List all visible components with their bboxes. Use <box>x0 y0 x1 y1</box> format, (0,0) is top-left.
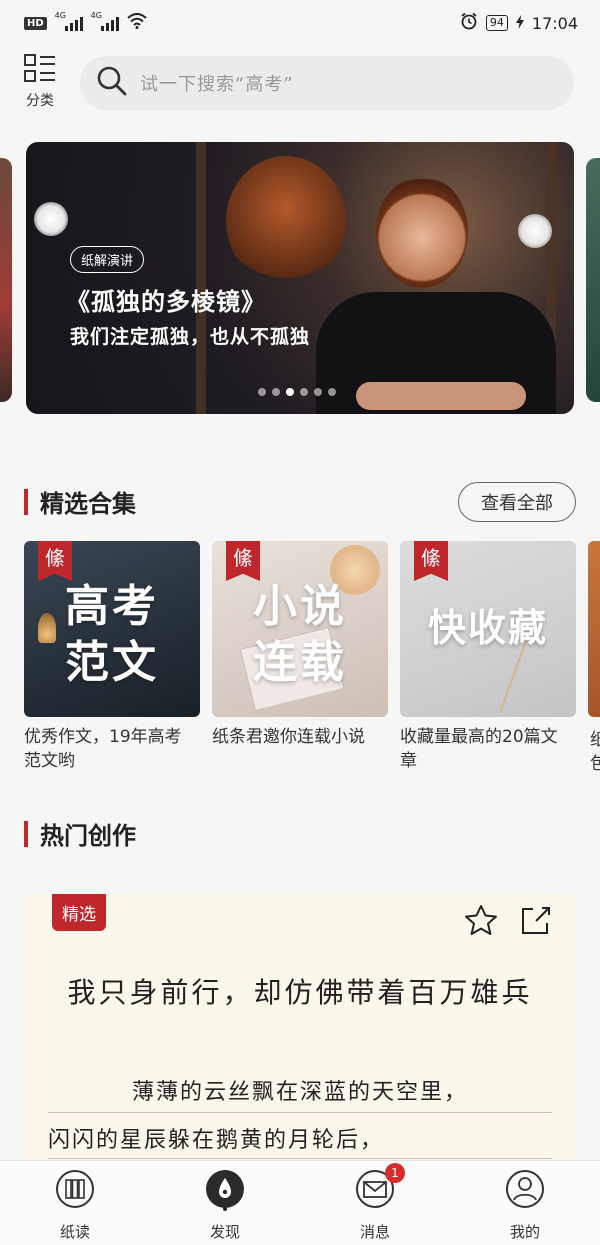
featured-section-header: 精选合集 <box>24 484 136 519</box>
category-grid-icon <box>24 54 56 88</box>
banner-tag: 纸解演讲 <box>70 246 145 273</box>
carousel-dot[interactable] <box>258 388 266 396</box>
status-bar: HD 4G 4G 94 17:04 <box>0 0 600 46</box>
collection-card-gaokao[interactable]: 絛 高考 范文 优秀作文，19年高考范文哟 <box>24 541 200 773</box>
collection-cover: 絛 快收藏 <box>400 541 576 717</box>
compass-icon <box>205 1169 245 1209</box>
signal-icon-2: 4G <box>91 11 119 31</box>
status-right: 94 17:04 <box>460 12 578 34</box>
post-line-2: 闪闪的星辰躲在鹅黄的月轮后， <box>48 1128 385 1153</box>
post-rule <box>48 1158 552 1159</box>
collection-cover-text: 高考 范文 <box>24 579 200 691</box>
collection-card-favorites[interactable]: 絛 快收藏 收藏量最高的20篇文章 <box>400 541 576 773</box>
nav-item-me[interactable]: 我的 <box>450 1161 600 1245</box>
section-accent-bar <box>24 488 28 515</box>
banner-carousel[interactable]: 纸解演讲 《孤独的多棱镜》 我们注定孤独，也从不孤独 <box>26 142 574 414</box>
active-indicator-dot <box>223 1207 227 1211</box>
collection-card-novel[interactable]: 絛 小说 连载 纸条君邀你连载小说 <box>212 541 388 749</box>
nav-label: 纸读 <box>59 1223 90 1241</box>
hot-section-title: 热门创作 <box>40 821 136 850</box>
ribbon-badge: 絛 <box>38 541 72 581</box>
collection-description: 纸条君邀你连载小说 <box>212 727 365 747</box>
status-left: HD 4G 4G <box>24 11 147 33</box>
cover-line-1: 快收藏 <box>427 605 548 650</box>
nav-item-read[interactable]: 纸读 <box>0 1161 150 1245</box>
ribbon-badge: 絛 <box>414 541 448 581</box>
featured-tag: 精选 <box>52 894 106 931</box>
carousel-dot[interactable] <box>272 388 280 396</box>
banner-next-peek[interactable] <box>586 158 600 402</box>
nav-label: 我的 <box>509 1223 540 1241</box>
carousel-dot[interactable] <box>300 388 308 396</box>
collection-card-peek[interactable] <box>588 541 600 717</box>
signal-icon: 4G <box>55 11 83 31</box>
cover-line-2: 范文 <box>65 637 159 688</box>
section-accent-bar <box>24 820 28 847</box>
banner-title: 《孤独的多棱镜》 <box>66 287 266 316</box>
nav-label: 消息 <box>359 1223 390 1241</box>
user-icon <box>505 1169 545 1209</box>
nav-item-discover[interactable]: 发现 <box>150 1161 300 1245</box>
collection-description: 收藏量最高的20篇文章 <box>400 727 558 771</box>
featured-section-title: 精选合集 <box>40 489 136 518</box>
search-input[interactable]: 试一下搜索“高考” <box>80 56 574 110</box>
search-icon <box>96 65 128 101</box>
collection-description: 优秀作文，19年高考范文哟 <box>24 727 182 771</box>
signal-network-label: 4G <box>54 11 66 20</box>
collection-cover-text: 快收藏 <box>400 603 576 653</box>
wifi-icon <box>127 13 147 33</box>
cover-line-1: 小说 <box>253 581 347 632</box>
charging-icon <box>515 14 524 33</box>
battery-indicator: 94 <box>485 15 508 31</box>
banner-subtitle: 我们注定孤独，也从不孤独 <box>70 326 311 348</box>
carousel-dot[interactable] <box>314 388 322 396</box>
unread-badge: 1 <box>385 1163 405 1183</box>
bottom-navigation: 纸读 发现 1 消息 我的 <box>0 1160 600 1245</box>
banner-prev-peek[interactable] <box>0 158 12 402</box>
alarm-icon <box>460 12 478 34</box>
banner-image-bulb <box>34 202 68 236</box>
banner-image-figure <box>226 156 346 286</box>
banner-image-figure <box>376 176 468 288</box>
see-all-button[interactable]: 查看全部 <box>458 482 576 522</box>
hd-indicator: HD <box>24 16 47 30</box>
collection-cover: 絛 高考 范文 <box>24 541 200 717</box>
post-rule <box>48 1112 552 1113</box>
category-label: 分类 <box>26 93 54 109</box>
category-button[interactable]: 分类 <box>20 54 60 110</box>
banner-image-figure <box>356 382 526 410</box>
nav-item-messages[interactable]: 1 消息 <box>300 1161 450 1245</box>
carousel-dot[interactable] <box>328 388 336 396</box>
mail-icon: 1 <box>355 1163 405 1209</box>
cover-line-2: 连载 <box>253 637 347 688</box>
post-title: 我只身前行，却仿佛带着百万雄兵 <box>67 976 533 1009</box>
nav-label: 发现 <box>209 1223 240 1241</box>
hot-section-header: 热门创作 <box>24 816 136 851</box>
collection-cover-text: 小说 连载 <box>212 579 388 691</box>
carousel-indicator[interactable] <box>258 388 336 396</box>
signal-network-label-2: 4G <box>90 11 102 20</box>
collection-cover: 絛 小说 连载 <box>212 541 388 717</box>
post-actions <box>464 904 552 940</box>
top-header: 分类 试一下搜索“高考” <box>0 50 600 118</box>
carousel-dot[interactable] <box>286 388 294 396</box>
post-line-1: 薄薄的云丝飘在深蓝的天空里， <box>131 1080 468 1105</box>
hot-post-card[interactable]: 精选 我只身前行，却仿佛带着百万雄兵 薄薄的云丝飘在深蓝的天空里， 闪闪的星辰躲… <box>24 894 576 1164</box>
clock-time: 17:04 <box>531 13 578 33</box>
book-icon <box>55 1169 95 1209</box>
cover-line-1: 高考 <box>65 581 159 632</box>
star-icon[interactable] <box>464 904 498 940</box>
ribbon-badge: 絛 <box>226 541 260 581</box>
collection-peek-description: 纸包 <box>590 730 600 774</box>
banner-image-bulb <box>518 214 552 248</box>
share-icon[interactable] <box>520 904 552 940</box>
search-placeholder: 试一下搜索“高考” <box>140 74 294 95</box>
